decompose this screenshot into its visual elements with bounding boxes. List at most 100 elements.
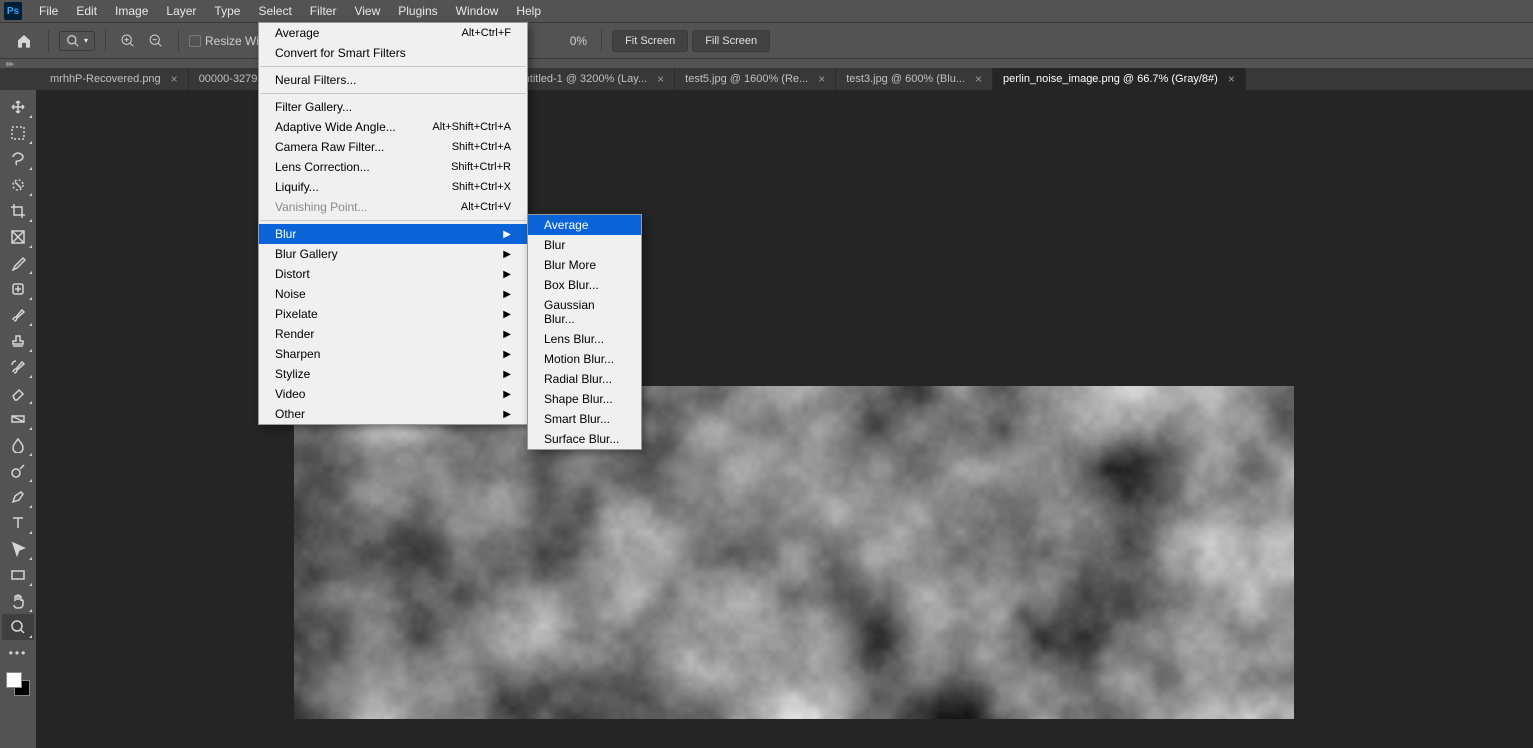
gradient-icon	[10, 411, 26, 427]
filter-item-lens-correction-[interactable]: Lens Correction...Shift+Ctrl+R	[259, 157, 527, 177]
tool-history-brush[interactable]	[2, 354, 34, 380]
tool-stamp[interactable]	[2, 328, 34, 354]
filter-item-video[interactable]: Video▶	[259, 384, 527, 404]
close-icon[interactable]: ×	[1228, 72, 1235, 86]
menu-select[interactable]: Select	[249, 1, 300, 21]
options-bar: ▾ Resize Window 0% Fit Screen Fill Scree…	[0, 22, 1533, 58]
blur-item-gaussian-blur-[interactable]: Gaussian Blur...	[528, 295, 641, 329]
menu-item-label: Lens Correction...	[275, 160, 370, 174]
crop-icon	[10, 203, 26, 219]
tab-label: 00000-32793	[199, 73, 264, 85]
tool-lasso[interactable]	[2, 146, 34, 172]
tool-zoom[interactable]	[2, 614, 34, 640]
filter-item-noise[interactable]: Noise▶	[259, 284, 527, 304]
document-tab[interactable]: perlin_noise_image.png @ 66.7% (Gray/8#)…	[993, 68, 1246, 90]
tool-eyedropper[interactable]	[2, 250, 34, 276]
menu-help[interactable]: Help	[507, 1, 550, 21]
submenu-arrow-icon: ▶	[503, 409, 511, 420]
tool-dodge[interactable]	[2, 458, 34, 484]
menubar: Ps FileEditImageLayerTypeSelectFilterVie…	[0, 0, 1533, 22]
tool-marquee[interactable]	[2, 120, 34, 146]
filter-item-neural-filters-[interactable]: Neural Filters...	[259, 70, 527, 90]
edit-toolbar-button[interactable]: •••	[2, 640, 34, 666]
home-button[interactable]	[10, 29, 38, 53]
document-tab[interactable]: test5.jpg @ 1600% (Re...×	[675, 68, 836, 90]
blur-item-surface-blur-[interactable]: Surface Blur...	[528, 429, 641, 449]
close-icon[interactable]: ×	[975, 72, 982, 86]
blur-item-lens-blur-[interactable]: Lens Blur...	[528, 329, 641, 349]
filter-item-sharpen[interactable]: Sharpen▶	[259, 344, 527, 364]
tool-hand[interactable]	[2, 588, 34, 614]
menu-type[interactable]: Type	[205, 1, 249, 21]
menu-file[interactable]: File	[30, 1, 67, 21]
magic-wand-icon	[10, 177, 26, 193]
blur-item-motion-blur-[interactable]: Motion Blur...	[528, 349, 641, 369]
document-tab[interactable]: mrhhP-Recovered.png×	[40, 68, 189, 90]
blur-item-shape-blur-[interactable]: Shape Blur...	[528, 389, 641, 409]
path-select-icon	[10, 541, 26, 557]
menu-image[interactable]: Image	[106, 1, 157, 21]
document-tab[interactable]: Untitled-1 @ 3200% (Lay... ×	[506, 68, 675, 90]
toolbar-toggle-icon[interactable]: ▶▶	[6, 60, 13, 68]
menu-window[interactable]: Window	[447, 1, 508, 21]
menu-layer[interactable]: Layer	[157, 1, 205, 21]
blur-item-average[interactable]: Average	[528, 215, 641, 235]
menu-view[interactable]: View	[345, 1, 389, 21]
zoom-out-button[interactable]	[144, 29, 168, 53]
menu-filter[interactable]: Filter	[301, 1, 346, 21]
document-tab[interactable]: test3.jpg @ 600% (Blu...×	[836, 68, 993, 90]
menu-plugins[interactable]: Plugins	[389, 1, 446, 21]
menu-item-label: Distort	[275, 267, 310, 281]
tool-move[interactable]	[2, 94, 34, 120]
menu-item-label: Liquify...	[275, 180, 319, 194]
tool-rectangle[interactable]	[2, 562, 34, 588]
tool-blur[interactable]	[2, 432, 34, 458]
filter-item-liquify-[interactable]: Liquify...Shift+Ctrl+X	[259, 177, 527, 197]
filter-item-pixelate[interactable]: Pixelate▶	[259, 304, 527, 324]
tab-label: Untitled-1 @ 3200% (Lay...	[516, 73, 647, 85]
filter-item-adaptive-wide-angle-[interactable]: Adaptive Wide Angle...Alt+Shift+Ctrl+A	[259, 117, 527, 137]
filter-item-camera-raw-filter-[interactable]: Camera Raw Filter...Shift+Ctrl+A	[259, 137, 527, 157]
close-icon[interactable]: ×	[657, 72, 664, 86]
menu-item-label: Convert for Smart Filters	[275, 46, 406, 60]
tool-gradient[interactable]	[2, 406, 34, 432]
blur-item-radial-blur-[interactable]: Radial Blur...	[528, 369, 641, 389]
filter-item-blur[interactable]: Blur▶	[259, 224, 527, 244]
close-icon[interactable]: ×	[818, 72, 825, 86]
filter-item-other[interactable]: Other▶	[259, 404, 527, 424]
zoom-tool-dropdown[interactable]: ▾	[59, 31, 95, 51]
color-swatches[interactable]	[6, 672, 30, 696]
blur-item-blur-more[interactable]: Blur More	[528, 255, 641, 275]
filter-item-render[interactable]: Render▶	[259, 324, 527, 344]
filter-item-blur-gallery[interactable]: Blur Gallery▶	[259, 244, 527, 264]
filter-item-filter-gallery-[interactable]: Filter Gallery...	[259, 97, 527, 117]
tool-type[interactable]	[2, 510, 34, 536]
tool-magic-wand[interactable]	[2, 172, 34, 198]
filter-item-convert-for-smart-filters[interactable]: Convert for Smart Filters	[259, 43, 527, 63]
menu-edit[interactable]: Edit	[67, 1, 106, 21]
tool-eraser[interactable]	[2, 380, 34, 406]
tool-brush[interactable]	[2, 302, 34, 328]
fit-screen-button[interactable]: Fit Screen	[612, 30, 688, 52]
blur-item-box-blur-[interactable]: Box Blur...	[528, 275, 641, 295]
tool-frame[interactable]	[2, 224, 34, 250]
tool-crop[interactable]	[2, 198, 34, 224]
tool-pen[interactable]	[2, 484, 34, 510]
tool-healing[interactable]	[2, 276, 34, 302]
shortcut-label: Alt+Shift+Ctrl+A	[432, 121, 511, 133]
close-icon[interactable]: ×	[171, 72, 178, 86]
filter-item-stylize[interactable]: Stylize▶	[259, 364, 527, 384]
frame-icon	[10, 229, 26, 245]
filter-item-distort[interactable]: Distort ▶	[259, 264, 527, 284]
submenu-arrow-icon: ▶	[503, 269, 511, 280]
brush-icon	[10, 307, 26, 323]
filter-item-average[interactable]: AverageAlt+Ctrl+F	[259, 23, 527, 43]
zoom-in-button[interactable]	[116, 29, 140, 53]
submenu-arrow-icon: ▶	[503, 249, 511, 260]
blur-item-blur[interactable]: Blur	[528, 235, 641, 255]
fill-screen-button[interactable]: Fill Screen	[692, 30, 770, 52]
tool-path-select[interactable]	[2, 536, 34, 562]
document-canvas[interactable]	[294, 386, 1294, 719]
dodge-icon	[10, 463, 26, 479]
blur-item-smart-blur-[interactable]: Smart Blur...	[528, 409, 641, 429]
